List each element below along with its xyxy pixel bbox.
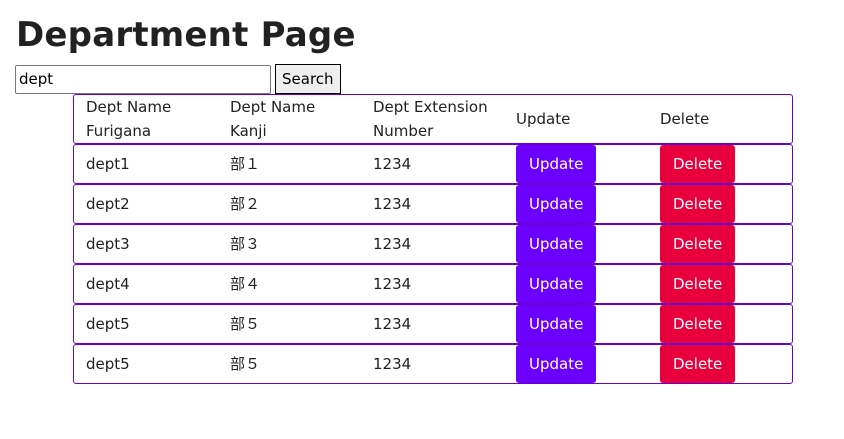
update-button[interactable]: Update xyxy=(516,225,596,263)
cell-kanji: 部２ xyxy=(230,195,261,213)
search-bar: Search xyxy=(15,64,341,94)
delete-button[interactable]: Delete xyxy=(660,225,735,263)
cell-furigana: dept4 xyxy=(86,275,130,293)
cell-extension: 1234 xyxy=(373,275,412,293)
cell-kanji: 部１ xyxy=(230,155,261,173)
table-row: dept5 部５ 1234 Update Delete xyxy=(73,344,793,384)
cell-furigana: dept5 xyxy=(86,355,130,373)
table-row: dept1 部１ 1234 Update Delete xyxy=(73,144,793,184)
cell-kanji: 部５ xyxy=(230,355,261,373)
cell-extension: 1234 xyxy=(373,235,412,253)
page-title: Department Page xyxy=(16,15,356,55)
cell-kanji: 部３ xyxy=(230,235,261,253)
table-header-row: Dept Name Furigana Dept Name Kanji Dept … xyxy=(73,94,793,144)
department-table: Dept Name Furigana Dept Name Kanji Dept … xyxy=(73,94,793,384)
department-page: Department Page Search Dept Name Furigan… xyxy=(0,0,844,439)
search-input[interactable] xyxy=(15,64,271,94)
header-delete: Delete xyxy=(660,110,710,128)
cell-extension: 1234 xyxy=(373,195,412,213)
cell-furigana: dept3 xyxy=(86,235,130,253)
search-button[interactable]: Search xyxy=(275,64,341,94)
header-dept-name-kanji: Dept Name Kanji xyxy=(230,98,316,140)
table-row: dept2 部２ 1234 Update Delete xyxy=(73,184,793,224)
table-row: dept4 部４ 1234 Update Delete xyxy=(73,264,793,304)
cell-extension: 1234 xyxy=(373,355,412,373)
table-row: dept5 部５ 1234 Update Delete xyxy=(73,304,793,344)
delete-button[interactable]: Delete xyxy=(660,305,735,343)
cell-furigana: dept5 xyxy=(86,315,130,333)
cell-extension: 1234 xyxy=(373,155,412,173)
update-button[interactable]: Update xyxy=(516,265,596,303)
cell-kanji: 部４ xyxy=(230,275,261,293)
update-button[interactable]: Update xyxy=(516,345,596,383)
delete-button[interactable]: Delete xyxy=(660,345,735,383)
update-button[interactable]: Update xyxy=(516,185,596,223)
cell-kanji: 部５ xyxy=(230,315,261,333)
header-dept-extension-number: Dept Extension Number xyxy=(373,98,488,140)
cell-extension: 1234 xyxy=(373,315,412,333)
delete-button[interactable]: Delete xyxy=(660,265,735,303)
cell-furigana: dept1 xyxy=(86,155,130,173)
table-row: dept3 部３ 1234 Update Delete xyxy=(73,224,793,264)
header-update: Update xyxy=(516,110,571,128)
update-button[interactable]: Update xyxy=(516,305,596,343)
header-dept-name-furigana: Dept Name Furigana xyxy=(86,98,172,140)
delete-button[interactable]: Delete xyxy=(660,145,735,183)
delete-button[interactable]: Delete xyxy=(660,185,735,223)
cell-furigana: dept2 xyxy=(86,195,130,213)
update-button[interactable]: Update xyxy=(516,145,596,183)
